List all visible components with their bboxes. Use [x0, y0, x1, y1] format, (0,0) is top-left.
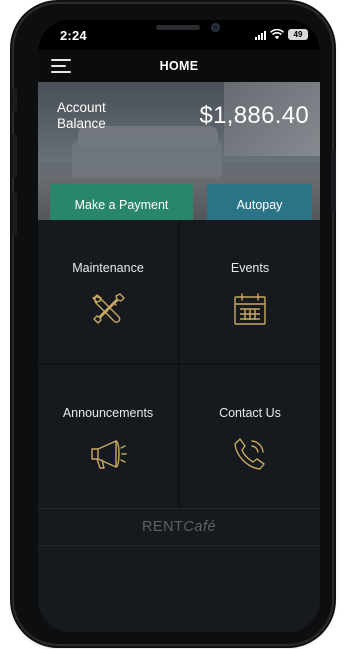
- tile-contact-us[interactable]: Contact Us: [180, 365, 320, 508]
- front-camera: [211, 23, 220, 32]
- mute-switch: [12, 88, 17, 112]
- megaphone-icon: [88, 434, 128, 474]
- feature-grid: Maintenance Events Announcements Contact…: [38, 220, 320, 508]
- wrench-screwdriver-icon: [88, 289, 128, 329]
- phone-screen: 2:24 49 HOME Account Balance $1,886.40 M…: [38, 20, 320, 632]
- status-bar: 2:24 49: [38, 20, 320, 50]
- tile-announcements[interactable]: Announcements: [38, 365, 178, 508]
- status-time: 2:24: [60, 28, 87, 43]
- tile-label: Announcements: [62, 406, 154, 420]
- calendar-icon: [230, 289, 270, 329]
- wifi-icon: [270, 29, 284, 40]
- status-icons: 49: [255, 29, 308, 40]
- rentcafe-logo: RENTCafé: [141, 519, 217, 535]
- account-balance-label: Account Balance: [57, 100, 106, 131]
- page-title: HOME: [159, 59, 199, 73]
- battery-icon: 49: [288, 29, 308, 40]
- account-hero: Account Balance $1,886.40 Make a Payment…: [38, 82, 320, 220]
- tile-events[interactable]: Events: [180, 220, 320, 363]
- volume-up-button: [12, 134, 17, 178]
- speaker: [156, 25, 200, 30]
- volume-down-button: [12, 192, 17, 236]
- tile-label: Events: [230, 261, 270, 275]
- account-balance-amount: $1,886.40: [199, 102, 309, 129]
- power-button: [331, 150, 336, 212]
- autopay-button[interactable]: Autopay: [207, 184, 312, 220]
- tile-label: Maintenance: [72, 261, 144, 275]
- phone-icon: [230, 434, 270, 474]
- tile-label: Contact Us: [219, 406, 281, 420]
- tile-maintenance[interactable]: Maintenance: [38, 220, 178, 363]
- cellular-signal-icon: [255, 30, 266, 40]
- make-payment-button[interactable]: Make a Payment: [50, 184, 193, 220]
- app-header: HOME: [38, 50, 320, 82]
- notch: [98, 20, 260, 44]
- footer: RENTCafé: [38, 508, 320, 546]
